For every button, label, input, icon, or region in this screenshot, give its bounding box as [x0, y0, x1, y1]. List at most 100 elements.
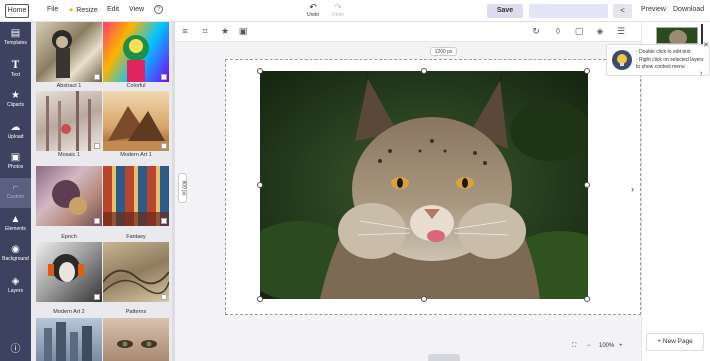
- crop-icon[interactable]: ⌗: [199, 26, 211, 37]
- filter-abstract-1[interactable]: [36, 22, 102, 82]
- canvas-toolbar: ≡ ⌗ ★ ▣ ↻ ◊ ▢ ◈ ☰: [175, 22, 641, 42]
- epoch-thumbnail: [52, 180, 87, 215]
- nav-photos[interactable]: ▣ Photos: [0, 152, 31, 171]
- info-icon: ⓘ: [10, 344, 21, 355]
- nav-background[interactable]: ◉ Background: [0, 244, 31, 263]
- preview-button[interactable]: Preview: [641, 6, 666, 13]
- nav-text[interactable]: T Text: [0, 60, 31, 79]
- patterns-thumbnail: [103, 269, 169, 295]
- abstract-thumbnail: [52, 30, 72, 78]
- view-menu[interactable]: View: [129, 6, 144, 13]
- filter-city[interactable]: [36, 318, 102, 361]
- filter-label: Epoch: [61, 234, 77, 240]
- palette-icon: ◉: [11, 244, 20, 255]
- premium-badge: [161, 218, 167, 224]
- edit-menu[interactable]: Edit: [107, 6, 119, 13]
- filter-patterns[interactable]: [103, 242, 169, 302]
- filter-label: Modern Art 1: [120, 152, 152, 158]
- close-icon[interactable]: ✕: [703, 41, 709, 49]
- nav-templates[interactable]: ▤ Templates: [0, 28, 31, 47]
- page-thumbnail[interactable]: [656, 27, 698, 44]
- nav-info[interactable]: ⓘ: [0, 344, 31, 355]
- fantasy-thumbnail: [103, 212, 169, 226]
- page-thumbnail-image: [657, 28, 697, 43]
- nav-elements[interactable]: ▲ Elements: [0, 214, 31, 233]
- resize-handle-w[interactable]: [257, 182, 263, 188]
- border-icon[interactable]: ▢: [573, 26, 585, 37]
- resize-handle-se[interactable]: [584, 296, 590, 302]
- mosaic-thumbnail: [46, 91, 91, 151]
- zoom-level: 100%: [599, 343, 615, 349]
- redo-button[interactable]: ↷ Redo: [326, 2, 350, 18]
- question-circle-icon[interactable]: ?: [154, 5, 163, 14]
- star-effect-icon[interactable]: ★: [219, 26, 231, 37]
- share-button[interactable]: <: [613, 4, 632, 18]
- resize-menu[interactable]: ★ Resize: [68, 6, 98, 14]
- portrait-thumbnail: [117, 340, 157, 348]
- zoom-out-button[interactable]: −: [587, 343, 591, 349]
- download-button[interactable]: Download: [673, 6, 704, 13]
- nav-cliparts[interactable]: ★ Cliparts: [0, 90, 31, 109]
- home-button[interactable]: Home: [5, 4, 29, 18]
- layer-order-icon[interactable]: ◈: [594, 26, 606, 37]
- layers-icon: ◈: [11, 276, 20, 287]
- templates-icon: ▤: [10, 28, 21, 39]
- save-button[interactable]: Save: [487, 4, 523, 18]
- tip-popover: - Double click to edit text - Right clic…: [606, 44, 710, 76]
- filter-modern-art-2[interactable]: [36, 242, 102, 302]
- filter-fantasy[interactable]: [103, 166, 169, 226]
- zoom-in-button[interactable]: +: [619, 343, 623, 349]
- premium-badge: [94, 218, 100, 224]
- resize-handle-e[interactable]: [584, 182, 590, 188]
- upgrade-banner[interactable]: [529, 4, 608, 18]
- opacity-drop-icon[interactable]: ◊: [552, 26, 564, 36]
- bottom-drawer-tab[interactable]: [428, 354, 460, 361]
- filter-label: Mosaic 1: [57, 152, 80, 158]
- lynx-image: [260, 71, 588, 299]
- more-settings-icon[interactable]: ☰: [615, 26, 627, 37]
- filter-portrait[interactable]: [103, 318, 169, 361]
- premium-badge: [94, 74, 100, 80]
- filter-label: Fantasy: [126, 234, 146, 240]
- redo-icon: ↷: [334, 2, 342, 12]
- upload-cloud-icon: ☁: [10, 122, 21, 133]
- crown-icon: ★: [68, 7, 75, 14]
- resize-handle-s[interactable]: [421, 296, 427, 302]
- shapes-icon: ▲: [10, 214, 21, 225]
- premium-badge: [161, 74, 167, 80]
- undo-icon: ↶: [309, 2, 317, 12]
- tip-line-3: to show context menu: [636, 64, 685, 70]
- filter-panel: Abstract 1 Colorful Mosaic 1 Modern Art …: [31, 22, 172, 361]
- rotate-icon[interactable]: ↻: [530, 26, 542, 37]
- city-thumbnail: [44, 322, 92, 361]
- modern-art-thumbnail: [103, 106, 169, 151]
- undo-button[interactable]: ↶ Undo: [301, 2, 325, 18]
- nav-upload[interactable]: ☁ Upload: [0, 122, 31, 141]
- height-indicator: 800 px: [178, 173, 187, 203]
- top-bar: Home File ★ Resize Edit View ? ↶ Undo ↷ R…: [0, 0, 710, 22]
- resize-handle-nw[interactable]: [257, 68, 263, 74]
- lightbulb-icon: [612, 50, 632, 70]
- file-menu[interactable]: File: [47, 6, 58, 13]
- tip-next-icon[interactable]: ›: [700, 70, 702, 77]
- nav-custom[interactable]: ⌐ Custom: [0, 178, 31, 208]
- resize-handle-ne[interactable]: [584, 68, 590, 74]
- filter-mosaic-1[interactable]: [36, 91, 102, 151]
- fit-screen-icon[interactable]: ⛶: [572, 343, 576, 350]
- nav-layers[interactable]: ◈ Layers: [0, 276, 31, 295]
- filter-label: Modern Art 2: [53, 309, 85, 315]
- filter-epoch[interactable]: [36, 166, 102, 226]
- filter-colorful[interactable]: [103, 22, 169, 82]
- tip-line-2: - Right click on selected layers: [636, 57, 704, 63]
- filter-label: Colorful: [126, 83, 146, 89]
- adjust-sliders-icon[interactable]: ≡: [179, 26, 191, 36]
- replace-image-icon[interactable]: ▣: [237, 26, 249, 37]
- chevron-right-icon[interactable]: ›: [631, 184, 634, 194]
- colorful-thumbnail: [123, 35, 149, 82]
- resize-handle-sw[interactable]: [257, 296, 263, 302]
- new-page-button[interactable]: + New Page: [646, 333, 704, 351]
- resize-handle-n[interactable]: [421, 68, 427, 74]
- filter-modern-art-1[interactable]: [103, 91, 169, 151]
- lynx-photo[interactable]: [260, 71, 588, 299]
- left-sidebar: ▤ Templates T Text ★ Cliparts ☁ Upload ▣…: [0, 22, 31, 361]
